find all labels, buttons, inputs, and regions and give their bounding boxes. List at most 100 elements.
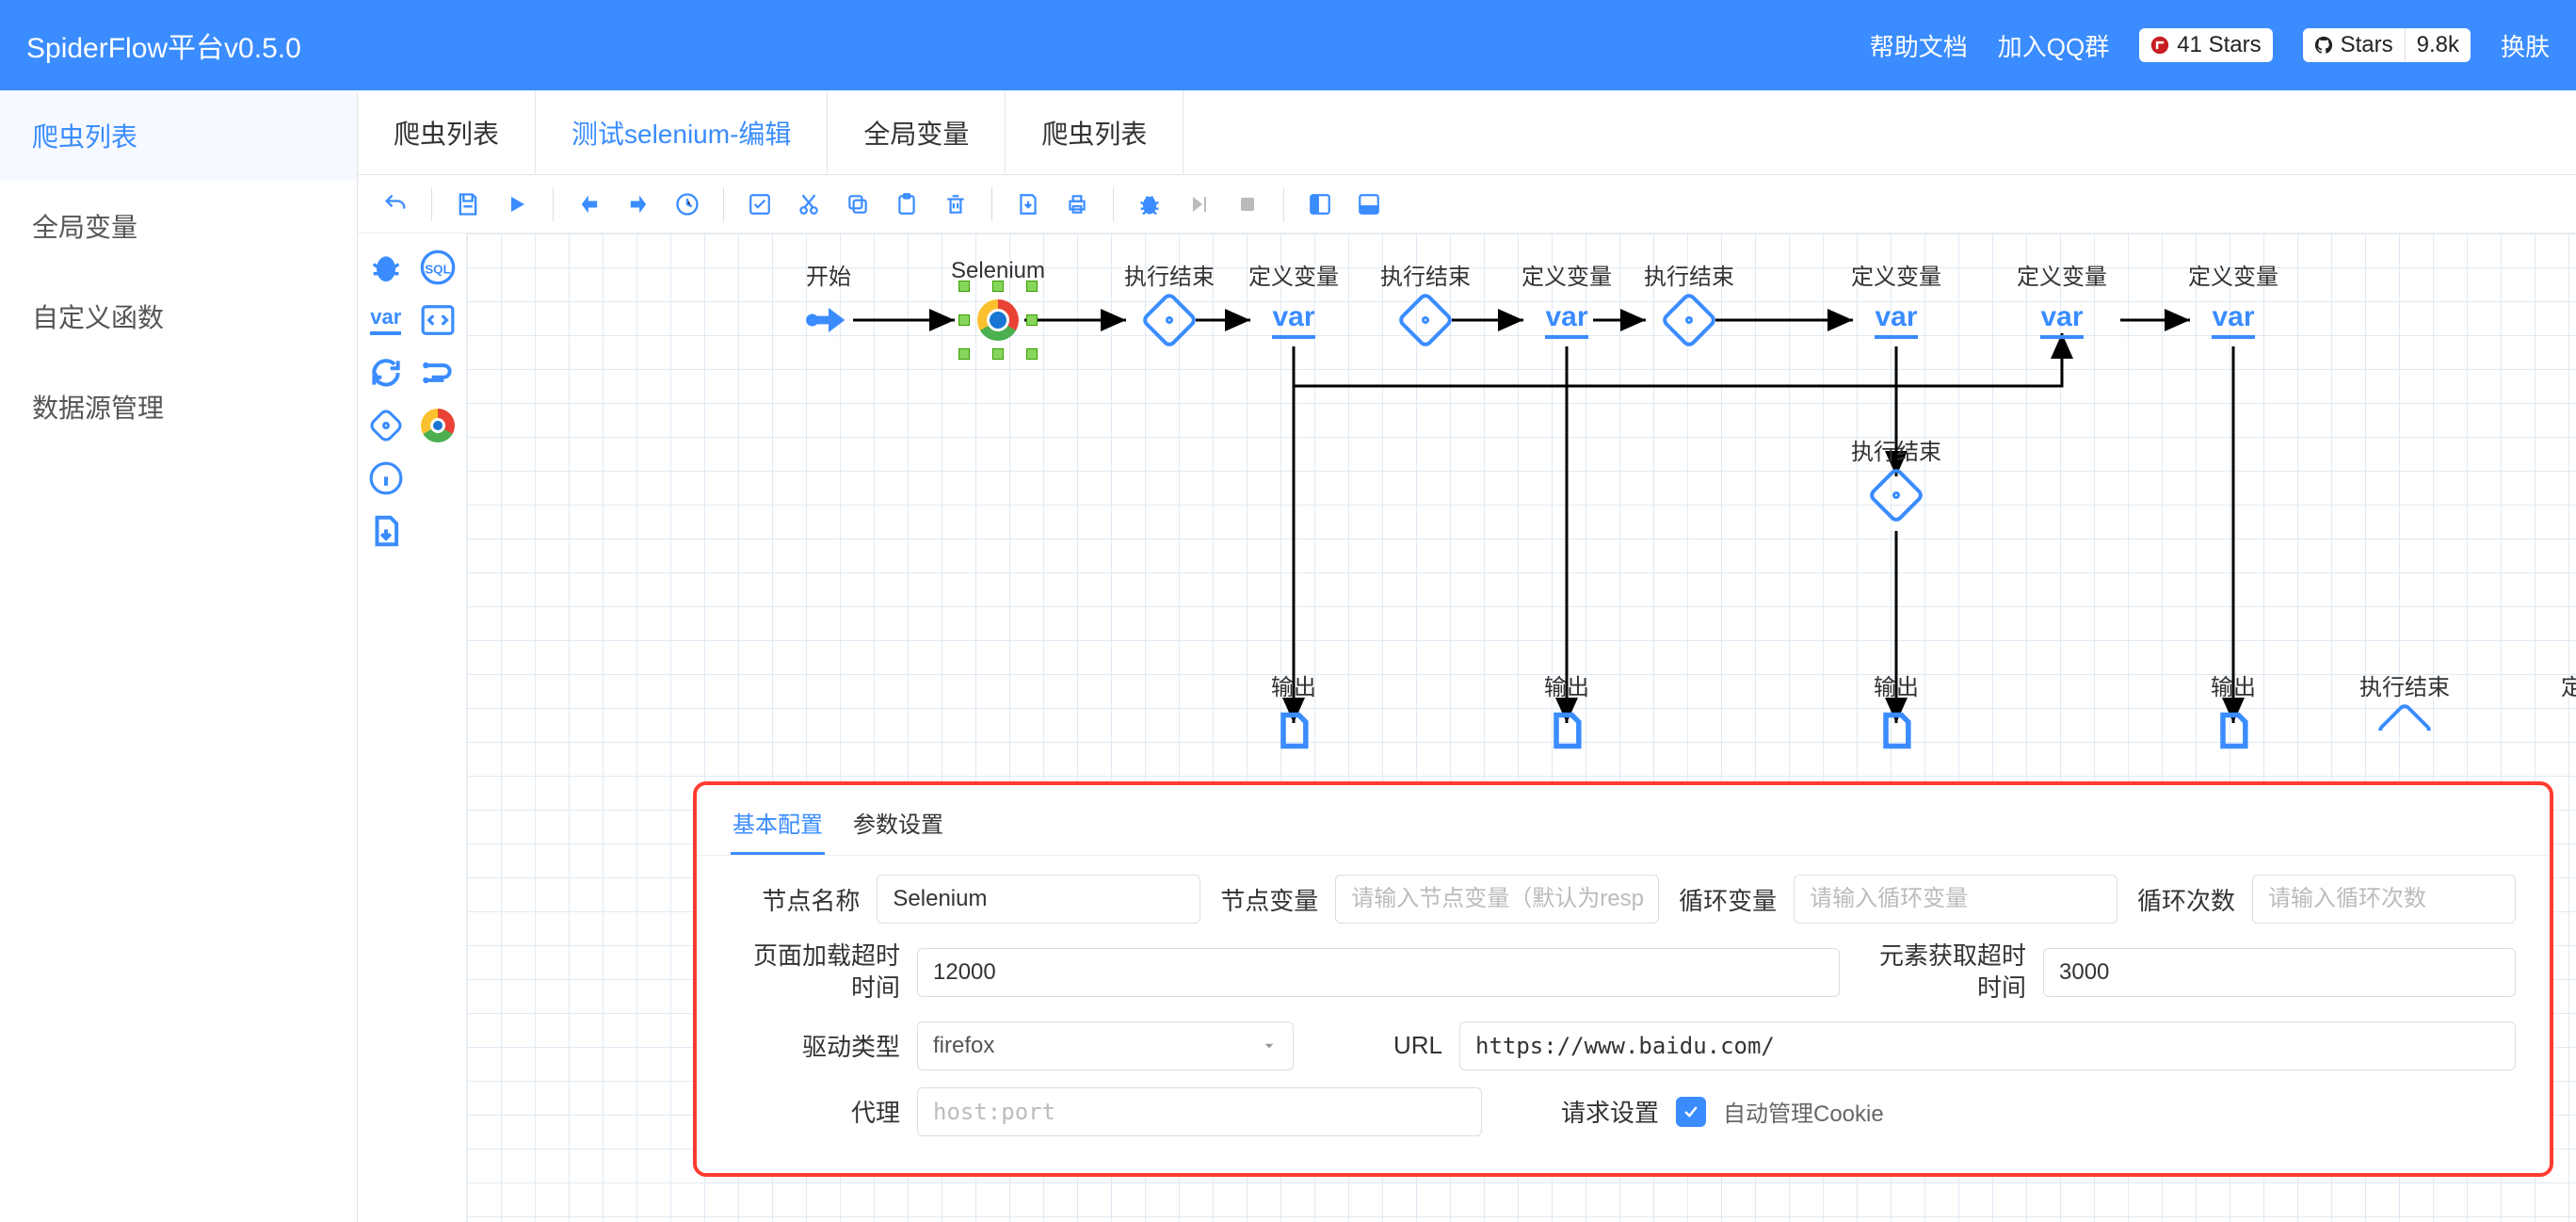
node-output-2[interactable]: 输出 — [1540, 704, 1593, 757]
input-node-name[interactable] — [877, 875, 1200, 924]
panel-tabs: 基本配置 参数设置 — [697, 785, 2550, 856]
cut-button[interactable] — [788, 184, 829, 225]
history-button[interactable] — [667, 184, 708, 225]
help-link[interactable]: 帮助文档 — [1870, 28, 1968, 63]
input-loop-count[interactable] — [2252, 875, 2516, 924]
output-icon — [2207, 704, 2260, 757]
start-icon — [802, 294, 855, 346]
select-all-button[interactable] — [739, 184, 781, 225]
node-exec-end-4[interactable]: 执行结束 — [1870, 469, 1923, 522]
output-icon — [1267, 704, 1320, 757]
palette-info[interactable] — [363, 456, 409, 501]
node-output-1[interactable]: 输出 — [1267, 704, 1320, 757]
join-qq-link[interactable]: 加入QQ群 — [1998, 28, 2109, 63]
select-driver[interactable]: firefox — [917, 1021, 1294, 1070]
run-button[interactable] — [496, 184, 538, 225]
sidebar-item-custom-funcs[interactable]: 自定义函数 — [0, 271, 357, 362]
node-var-2[interactable]: 定义变量var — [1540, 294, 1593, 346]
tab-spider-list[interactable]: 爬虫列表 — [358, 90, 536, 174]
palette-chrome[interactable] — [416, 403, 461, 448]
node-selenium[interactable]: Selenium — [972, 294, 1024, 346]
palette-bug[interactable] — [363, 245, 409, 290]
github-stars-badge[interactable]: Stars 9.8k — [2303, 28, 2471, 62]
tab-selenium-edit[interactable]: 测试selenium-编辑 — [536, 90, 828, 174]
input-proxy[interactable] — [917, 1087, 1482, 1136]
gitee-icon — [2150, 36, 2169, 55]
step-button[interactable] — [1178, 184, 1219, 225]
sidebar-item-datasource[interactable]: 数据源管理 — [0, 362, 357, 452]
undo-arrow-button[interactable] — [569, 184, 610, 225]
panel-tab-basic[interactable]: 基本配置 — [731, 796, 825, 855]
node-output-3[interactable]: 输出 — [1870, 704, 1923, 757]
gitee-stars-count: 41 Stars — [2177, 32, 2261, 58]
var-icon: var — [2036, 294, 2088, 346]
palette-output[interactable] — [363, 508, 409, 554]
palette-sql[interactable]: SQL — [416, 245, 461, 290]
layout-left-button[interactable] — [1299, 184, 1341, 225]
sidebar-item-spider-list[interactable]: 爬虫列表 — [0, 90, 357, 181]
node-exec-end-3[interactable]: 执行结束 — [1663, 294, 1715, 346]
node-label: 定义变量 — [1851, 258, 1941, 291]
check-icon — [1682, 1102, 1700, 1121]
input-page-load[interactable] — [917, 948, 1840, 997]
var-icon: var — [1870, 294, 1923, 346]
lbl-node-var: 节点变量 — [1217, 882, 1318, 917]
node-var-5[interactable]: 定义变量var — [2207, 294, 2260, 346]
node-output-4[interactable]: 输出 — [2207, 704, 2260, 757]
lbl-loop-count: 循环次数 — [2134, 882, 2235, 917]
tab-spider-list-2[interactable]: 爬虫列表 — [1006, 90, 1183, 174]
node-exec-end-2[interactable]: 执行结束 — [1399, 294, 1452, 346]
diamond-icon — [1663, 294, 1715, 346]
github-count: 9.8k — [2417, 32, 2459, 58]
sidebar-item-global-vars[interactable]: 全局变量 — [0, 181, 357, 271]
checkbox-auto-cookie[interactable] — [1676, 1097, 1706, 1127]
paste-button[interactable] — [886, 184, 927, 225]
lbl-node-name: 节点名称 — [731, 882, 860, 917]
node-start[interactable]: 开始 — [802, 294, 855, 346]
node-var-1[interactable]: 定义变量var — [1267, 294, 1320, 346]
palette-foreach[interactable] — [416, 350, 461, 395]
node-var-4[interactable]: 定义变量var — [2036, 294, 2088, 346]
redo-arrow-button[interactable] — [618, 184, 659, 225]
svg-text:SQL: SQL — [426, 263, 451, 277]
diamond-icon — [1399, 294, 1452, 346]
var-icon: var — [2207, 294, 2260, 346]
palette-loop[interactable] — [363, 350, 409, 395]
input-node-var[interactable] — [1335, 875, 1659, 924]
output-icon — [1870, 704, 1923, 757]
layout-bottom-button[interactable] — [1348, 184, 1390, 225]
undo-button[interactable] — [375, 184, 416, 225]
input-elem-get[interactable] — [2043, 948, 2516, 997]
lbl-auto-cookie: 自动管理Cookie — [1723, 1095, 1884, 1128]
palette-code[interactable] — [416, 297, 461, 343]
panel-tab-params[interactable]: 参数设置 — [851, 796, 945, 855]
gitee-stars-badge[interactable]: 41 Stars — [2139, 28, 2272, 62]
swap-skin-link[interactable]: 换肤 — [2501, 28, 2550, 63]
node-var-3[interactable]: 定义变量var — [1870, 294, 1923, 346]
node-label: 输出 — [1874, 668, 1919, 701]
main-area: 爬虫列表 全局变量 自定义函数 数据源管理 爬虫列表 测试selenium-编辑… — [0, 90, 2576, 1222]
node-palette: SQL var — [358, 233, 467, 1222]
diamond-icon — [1870, 469, 1923, 522]
tab-global-vars[interactable]: 全局变量 — [828, 90, 1006, 174]
save-button[interactable] — [447, 184, 489, 225]
print-button[interactable] — [1056, 184, 1098, 225]
github-label: Stars — [2341, 32, 2393, 58]
lbl-driver: 驱动类型 — [731, 1028, 900, 1063]
palette-diamond[interactable] — [363, 403, 409, 448]
stop-button[interactable] — [1227, 184, 1268, 225]
node-label: 执行结束 — [1644, 258, 1734, 291]
left-sidebar: 爬虫列表 全局变量 自定义函数 数据源管理 — [0, 90, 358, 1222]
node-exec-end-5[interactable]: 执行结束 — [2378, 704, 2431, 757]
copy-button[interactable] — [837, 184, 878, 225]
export-button[interactable] — [1007, 184, 1049, 225]
input-loop-var[interactable] — [1794, 875, 2117, 924]
debug-button[interactable] — [1129, 184, 1170, 225]
lbl-page-load: 页面加载超时时间 — [731, 941, 900, 1005]
palette-var[interactable]: var — [363, 297, 409, 343]
input-url[interactable] — [1459, 1021, 2516, 1070]
node-exec-end-1[interactable]: 执行结束 — [1143, 294, 1196, 346]
lbl-proxy: 代理 — [731, 1094, 900, 1129]
var-icon: var — [1540, 294, 1593, 346]
delete-button[interactable] — [935, 184, 976, 225]
